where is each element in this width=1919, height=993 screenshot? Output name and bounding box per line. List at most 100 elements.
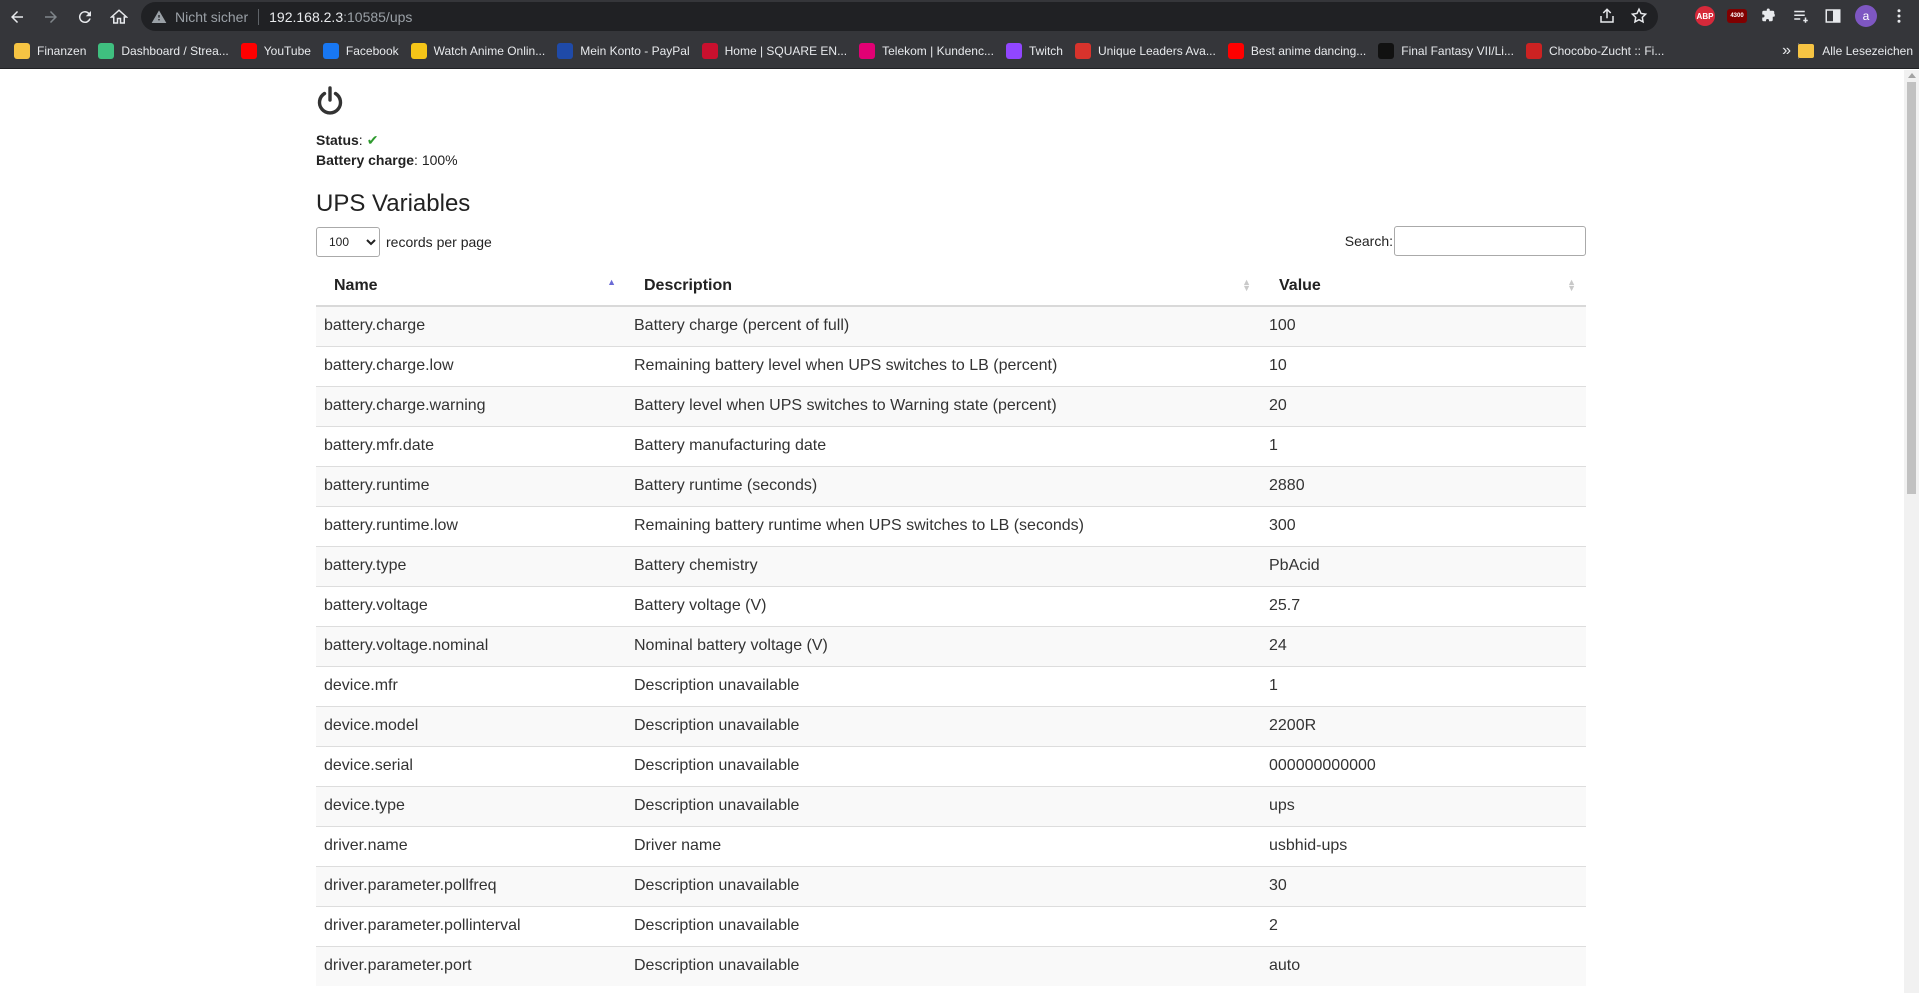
cell-description: Description unavailable [626, 745, 1261, 786]
favicon-icon [322, 42, 339, 59]
cell-description: Battery chemistry [626, 545, 1261, 586]
extension-badge-icon[interactable]: 4300 [1727, 9, 1747, 23]
favicon-icon [240, 42, 257, 59]
cell-value: 000000000000 [1261, 745, 1586, 786]
bookmarks-overflow-button[interactable]: » [1782, 37, 1791, 65]
bookmark-item[interactable]: Watch Anime Onlin... [407, 37, 554, 65]
cell-value: usbhid-ups [1261, 825, 1586, 866]
records-per-page-label: records per page [386, 234, 492, 250]
bookmark-label: Twitch [1028, 43, 1063, 58]
sort-both-icon: ▲ ▼ [1567, 277, 1576, 293]
cell-description: Battery manufacturing date [626, 425, 1261, 466]
reload-button[interactable] [68, 0, 102, 33]
favicon-icon [701, 42, 718, 59]
bookmark-label: Best anime dancing... [1250, 43, 1367, 58]
cell-description: Description unavailable [626, 705, 1261, 746]
records-per-page-control: 100 records per page [316, 227, 492, 257]
bookmark-item[interactable]: Home | SQUARE EN... [698, 37, 855, 65]
arrow-right-icon [45, 10, 57, 23]
insecure-label: Nicht sicher [175, 8, 249, 25]
cell-description: Description unavailable [626, 785, 1261, 826]
favicon-icon [98, 42, 115, 59]
favicon-icon [410, 42, 427, 59]
power-icon [317, 86, 343, 115]
bookmark-label: Facebook [345, 43, 399, 58]
cell-name: battery.charge.low [316, 345, 626, 386]
cell-name: battery.mfr.date [316, 425, 626, 466]
bookmark-item[interactable]: Chocobo-Zucht :: Fi... [1522, 37, 1672, 65]
records-per-page-select[interactable]: 100 [316, 227, 380, 257]
bookmark-label: Chocobo-Zucht :: Fi... [1548, 43, 1665, 58]
cell-description: Battery runtime (seconds) [626, 465, 1261, 506]
scrollbar-thumb[interactable] [1907, 82, 1916, 494]
address-bar[interactable]: Nicht sicher 192.168.2.3:10585/ups [141, 2, 1658, 31]
ups-variables-table: Name ▲ Description ▲ ▼ Value ▲ ▼ battery.c… [316, 266, 1586, 986]
favicon-icon [1227, 42, 1244, 59]
folder-icon [1798, 44, 1815, 58]
bookmark-label: Unique Leaders Ava... [1097, 43, 1216, 58]
puzzle-extensions-icon[interactable] [1759, 6, 1779, 26]
home-button[interactable] [102, 0, 136, 33]
browser-toolbar: Nicht sicher 192.168.2.3:10585/ups ABP 4… [0, 0, 1919, 33]
battery-charge-line: Battery charge: 100% [316, 152, 458, 168]
table-row: driver.parameter.port Description unavail… [316, 945, 1586, 986]
cell-value: 10 [1261, 345, 1586, 386]
share-icon[interactable] [1598, 7, 1616, 25]
table-row: battery.charge.low Remaining battery leve… [316, 345, 1586, 386]
adblock-plus-extension-icon[interactable]: ABP [1695, 6, 1715, 26]
back-button[interactable] [0, 0, 34, 33]
bookmark-item[interactable]: Unique Leaders Ava... [1071, 37, 1224, 65]
bookmark-item[interactable]: Final Fantasy VII/Li... [1374, 37, 1522, 65]
bookmark-item[interactable]: Dashboard / Strea... [94, 37, 236, 65]
cell-value: 100 [1261, 305, 1586, 346]
sort-both-icon: ▲ ▼ [1242, 277, 1251, 293]
cell-value: 30 [1261, 865, 1586, 906]
bookmark-label: Mein Konto - PayPal [580, 43, 690, 58]
bookmark-item[interactable]: Best anime dancing... [1224, 37, 1374, 65]
cell-name: battery.runtime [316, 465, 626, 506]
cell-name: driver.parameter.pollinterval [316, 905, 626, 946]
bookmark-item[interactable]: Mein Konto - PayPal [553, 37, 697, 65]
table-row: battery.charge Battery charge (percent of… [316, 305, 1586, 346]
page-viewport: Status: ✔ Battery charge: 100% UPS Variab… [0, 70, 1919, 993]
cell-description: Description unavailable [626, 865, 1261, 906]
star-icon[interactable] [1630, 7, 1648, 25]
column-header-name[interactable]: Name ▲ [316, 266, 626, 307]
column-header-description[interactable]: Description ▲ ▼ [626, 266, 1261, 307]
profile-avatar[interactable]: a [1855, 5, 1877, 27]
bookmark-label: Finanzen [37, 43, 87, 58]
favicon-icon [859, 42, 876, 59]
menu-kebab-icon[interactable] [1889, 6, 1909, 26]
search-input[interactable] [1394, 226, 1586, 256]
bookmark-label: YouTube [263, 43, 311, 58]
sort-ascending-icon: ▲ [607, 277, 616, 287]
reading-list-icon[interactable] [1791, 6, 1811, 26]
cell-name: driver.parameter.port [316, 945, 626, 986]
cell-value: 1 [1261, 425, 1586, 466]
page-scrollbar[interactable] [1904, 70, 1919, 993]
table-row: battery.mfr.date Battery manufacturing da… [316, 425, 1586, 466]
bookmark-item[interactable]: Finanzen [10, 37, 94, 65]
bookmark-item[interactable]: Telekom | Kundenc... [855, 37, 1002, 65]
cell-description: Description unavailable [626, 665, 1261, 706]
cell-description: Description unavailable [626, 905, 1261, 946]
cell-description: Driver name [626, 825, 1261, 866]
bookmark-item[interactable]: Twitch [1002, 37, 1071, 65]
bookmark-label: Telekom | Kundenc... [882, 43, 994, 58]
column-header-value[interactable]: Value ▲ ▼ [1261, 266, 1586, 307]
url-path: :10585/ups [343, 8, 413, 25]
status-line: Status: ✔ [316, 132, 379, 148]
forward-button[interactable] [34, 0, 68, 33]
bookmark-item[interactable]: Facebook [319, 37, 407, 65]
status-label: Status [316, 132, 359, 148]
all-bookmarks-button[interactable]: Alle Lesezeichen [1798, 37, 1913, 65]
table-row: driver.parameter.pollfreq Description una… [316, 865, 1586, 906]
favicon-icon [557, 42, 574, 59]
home-icon [110, 8, 128, 24]
url-separator [258, 8, 260, 25]
column-header-value-label: Value [1279, 276, 1321, 294]
bookmark-item[interactable]: YouTube [237, 37, 319, 65]
scroll-up-icon[interactable] [1908, 73, 1916, 78]
warning-icon [151, 9, 167, 23]
side-panel-icon[interactable] [1823, 6, 1843, 26]
